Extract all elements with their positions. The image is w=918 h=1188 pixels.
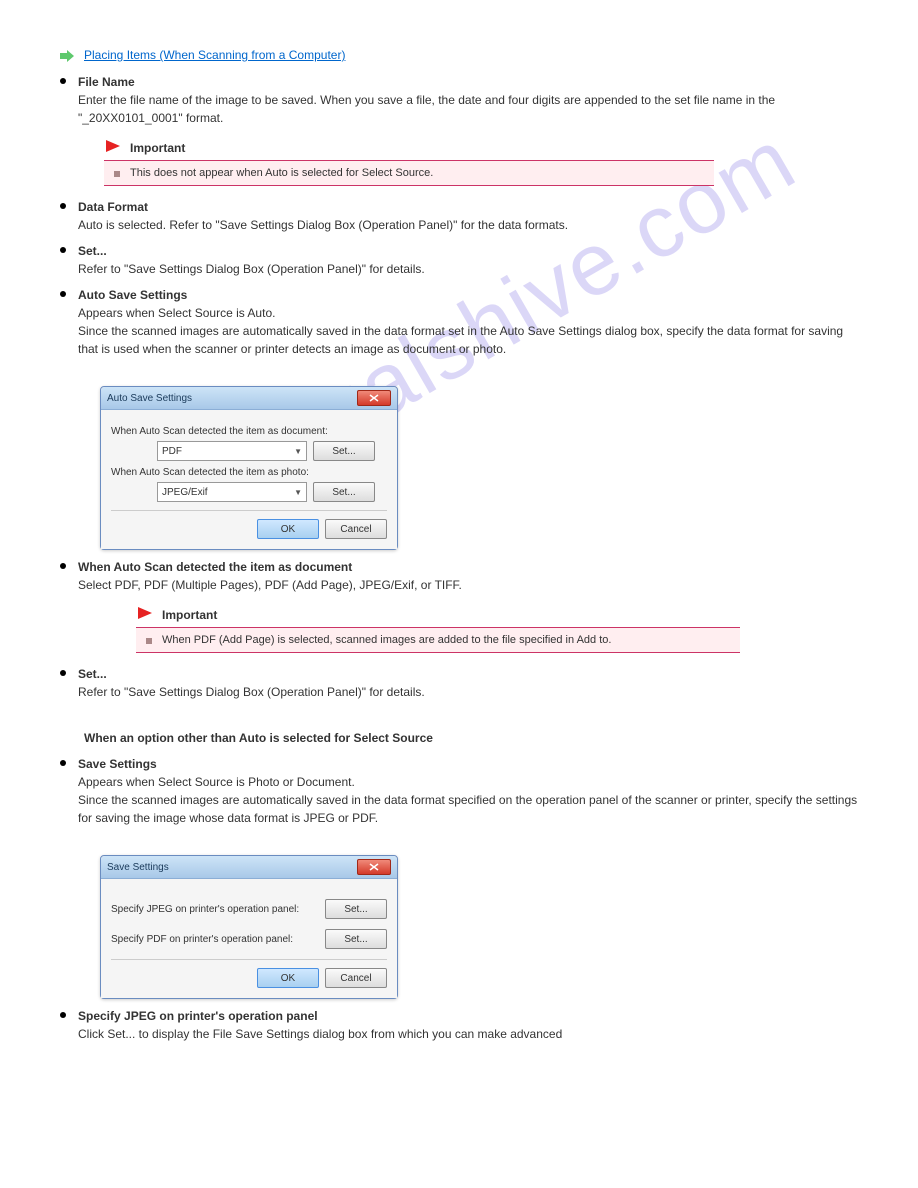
arrow-right-icon bbox=[60, 50, 74, 65]
set-button-photo[interactable]: Set... bbox=[313, 482, 375, 502]
close-icon bbox=[369, 863, 379, 871]
dialog-titlebar: Auto Save Settings bbox=[101, 387, 397, 410]
chevron-down-icon: ▼ bbox=[294, 488, 302, 497]
save-settings-dialog: Save Settings Specify JPEG on printer's … bbox=[100, 855, 398, 999]
close-button[interactable] bbox=[357, 859, 391, 875]
bullet-icon bbox=[60, 247, 66, 253]
save-settings-item: Save Settings Appears when Select Source… bbox=[78, 755, 858, 827]
dialog-title: Auto Save Settings bbox=[107, 393, 192, 404]
set-button-pdf[interactable]: Set... bbox=[325, 929, 387, 949]
auto-photo-label: When Auto Scan detected the item as phot… bbox=[111, 467, 387, 478]
specify-jpeg-item: Specify JPEG on printer's operation pane… bbox=[78, 1007, 562, 1043]
file-name-item: File Name Enter the file name of the ima… bbox=[78, 73, 858, 127]
important-label: Important bbox=[130, 141, 185, 155]
when-doc-detected-item: When Auto Scan detected the item as docu… bbox=[78, 558, 462, 594]
bullet-icon bbox=[60, 291, 66, 297]
auto-save-settings-item: Auto Save Settings Appears when Select S… bbox=[78, 286, 858, 358]
ok-button[interactable]: OK bbox=[257, 968, 319, 988]
dialog-titlebar: Save Settings bbox=[101, 856, 397, 879]
set-item: Set... Refer to "Save Settings Dialog Bo… bbox=[78, 242, 425, 278]
important-note-2: When PDF (Add Page) is selected, scanned… bbox=[136, 627, 740, 653]
jpeg-label: Specify JPEG on printer's operation pane… bbox=[111, 904, 299, 915]
auto-save-settings-dialog: Auto Save Settings When Auto Scan detect… bbox=[100, 386, 398, 550]
bullet-icon bbox=[60, 670, 66, 676]
ok-button[interactable]: OK bbox=[257, 519, 319, 539]
set-subitem: Set... Refer to "Save Settings Dialog Bo… bbox=[78, 665, 425, 701]
cancel-button[interactable]: Cancel bbox=[325, 968, 387, 988]
auto-doc-label: When Auto Scan detected the item as docu… bbox=[111, 426, 387, 437]
bullet-icon bbox=[60, 78, 66, 84]
chevron-down-icon: ▼ bbox=[294, 447, 302, 456]
dialog-title: Save Settings bbox=[107, 862, 169, 873]
important-note-1: This does not appear when Auto is select… bbox=[104, 160, 714, 186]
pdf-label: Specify PDF on printer's operation panel… bbox=[111, 934, 293, 945]
placing-items-link[interactable]: Placing Items (When Scanning from a Comp… bbox=[84, 48, 345, 62]
section-heading: When an option other than Auto is select… bbox=[84, 729, 858, 747]
square-bullet-icon bbox=[114, 171, 120, 177]
bullet-icon bbox=[60, 563, 66, 569]
set-button-jpeg[interactable]: Set... bbox=[325, 899, 387, 919]
bullet-icon bbox=[60, 760, 66, 766]
important-label: Important bbox=[162, 608, 217, 622]
data-format-item: Data Format Auto is selected. Refer to "… bbox=[78, 198, 568, 234]
photo-format-select[interactable]: JPEG/Exif▼ bbox=[157, 482, 307, 502]
set-button-doc[interactable]: Set... bbox=[313, 441, 375, 461]
close-icon bbox=[369, 394, 379, 402]
square-bullet-icon bbox=[146, 638, 152, 644]
flag-icon bbox=[104, 139, 122, 156]
bullet-icon bbox=[60, 1012, 66, 1018]
bullet-icon bbox=[60, 203, 66, 209]
document-format-select[interactable]: PDF▼ bbox=[157, 441, 307, 461]
cancel-button[interactable]: Cancel bbox=[325, 519, 387, 539]
flag-icon bbox=[136, 606, 154, 623]
close-button[interactable] bbox=[357, 390, 391, 406]
